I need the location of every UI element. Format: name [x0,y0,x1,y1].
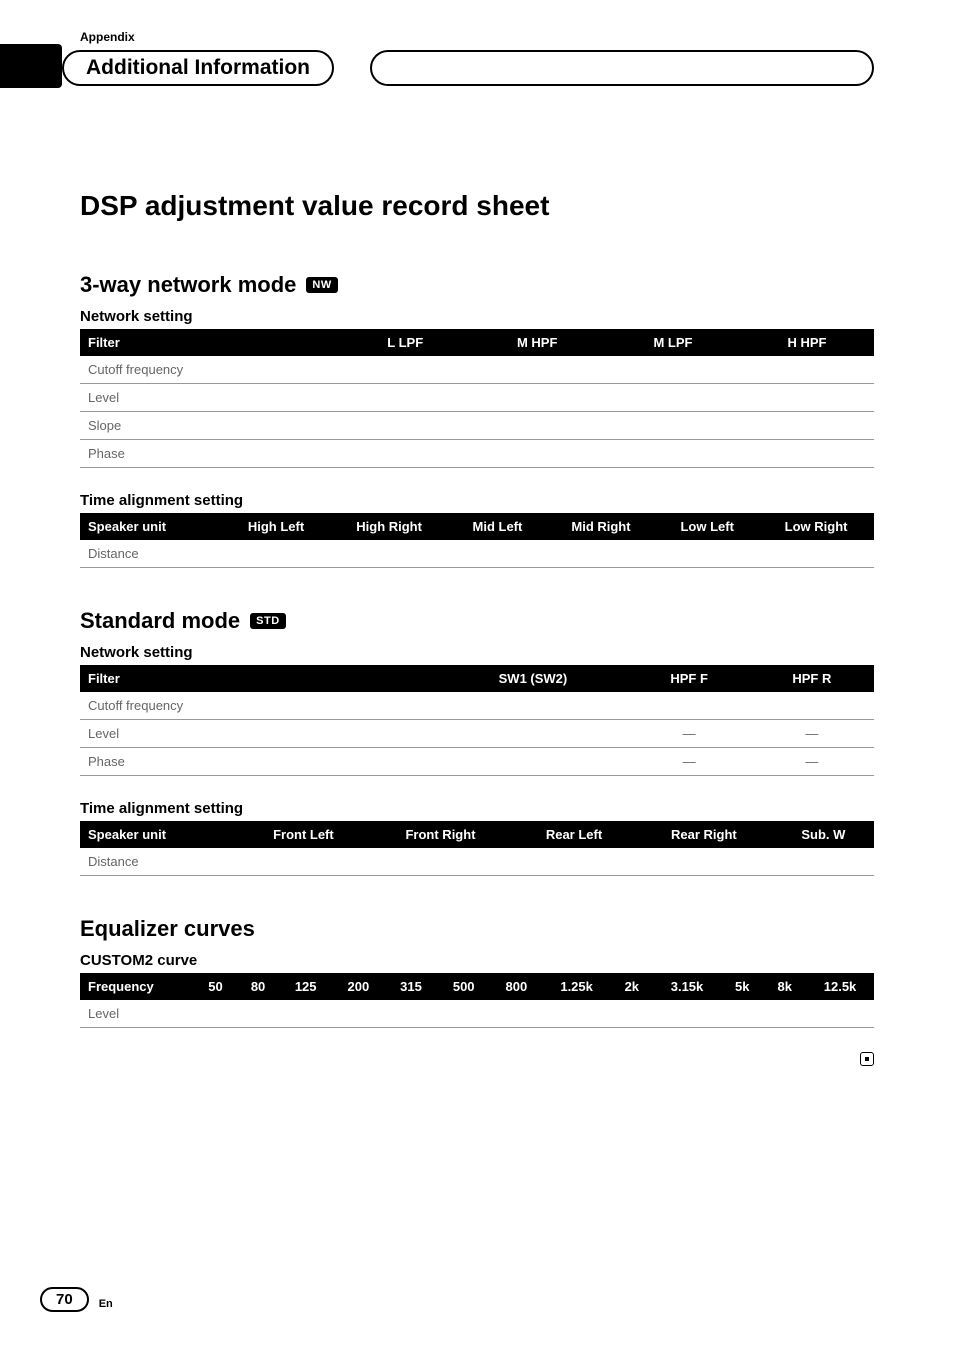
equalizer-title: Equalizer curves [80,916,874,942]
table-3way-time: Speaker unit High Left High Right Mid Le… [80,513,874,568]
section-equalizer: Equalizer curves CUSTOM2 curve Frequency… [80,916,874,1071]
filter-header-3way: Filter [80,329,342,356]
empty-pill [370,50,874,86]
section-standard: Standard mode STD Network setting Filter… [80,608,874,876]
network-setting-label-3way: Network setting [80,308,874,325]
table-row: Level [80,384,874,412]
mode-3way-heading: 3-way network mode NW [80,272,874,298]
speaker-header-3way: Speaker unit [80,513,223,540]
table-row: Cutoff frequency [80,356,874,384]
table-equalizer: Frequency 50 80 125 200 315 500 800 1.25… [80,973,874,1028]
section-3way: 3-way network mode NW Network setting Fi… [80,272,874,568]
col-mhpf: M HPF [468,329,606,356]
freq-header: Frequency [80,973,194,1000]
speaker-header-std: Speaker unit [80,821,239,848]
appendix-label: Appendix [80,30,135,44]
table-std-network: Filter SW1 (SW2) HPF F HPF R Cutoff freq… [80,665,874,776]
table-std-time: Speaker unit Front Left Front Right Rear… [80,821,874,876]
table-row: Cutoff frequency [80,692,874,720]
time-alignment-label-std: Time alignment setting [80,800,874,817]
page-number: 70 [40,1287,89,1312]
table-row: Distance [80,848,874,876]
mode-3way-title: 3-way network mode [80,272,296,298]
page-header: Appendix Additional Information [0,0,954,90]
main-title: DSP adjustment value record sheet [80,190,874,222]
col-hhpf: H HPF [740,329,874,356]
page-footer: 70 En [40,1287,113,1312]
lang-label: En [99,1298,113,1312]
table-3way-network: Filter L LPF M HPF M LPF H HPF Cutoff fr… [80,329,874,468]
nw-badge: NW [306,277,337,293]
table-row: Phase — — [80,748,874,776]
col-llpf: L LPF [342,329,468,356]
col-mlpf: M LPF [606,329,740,356]
table-row: Distance [80,540,874,568]
custom2-label: CUSTOM2 curve [80,952,874,969]
table-row: Slope [80,412,874,440]
section-end-icon [80,1052,874,1071]
table-row: Phase [80,440,874,468]
section-title-pill: Additional Information [62,50,334,86]
header-pills: Additional Information [62,50,874,86]
section-title-text: Additional Information [86,56,310,80]
table-row: Level — — [80,720,874,748]
mode-standard-title: Standard mode [80,608,240,634]
filter-header-std: Filter [80,665,437,692]
std-badge: STD [250,613,286,629]
time-alignment-label-3way: Time alignment setting [80,492,874,509]
side-tab [0,44,62,88]
table-row: Level [80,1000,874,1028]
network-setting-label-std: Network setting [80,644,874,661]
mode-standard-heading: Standard mode STD [80,608,874,634]
